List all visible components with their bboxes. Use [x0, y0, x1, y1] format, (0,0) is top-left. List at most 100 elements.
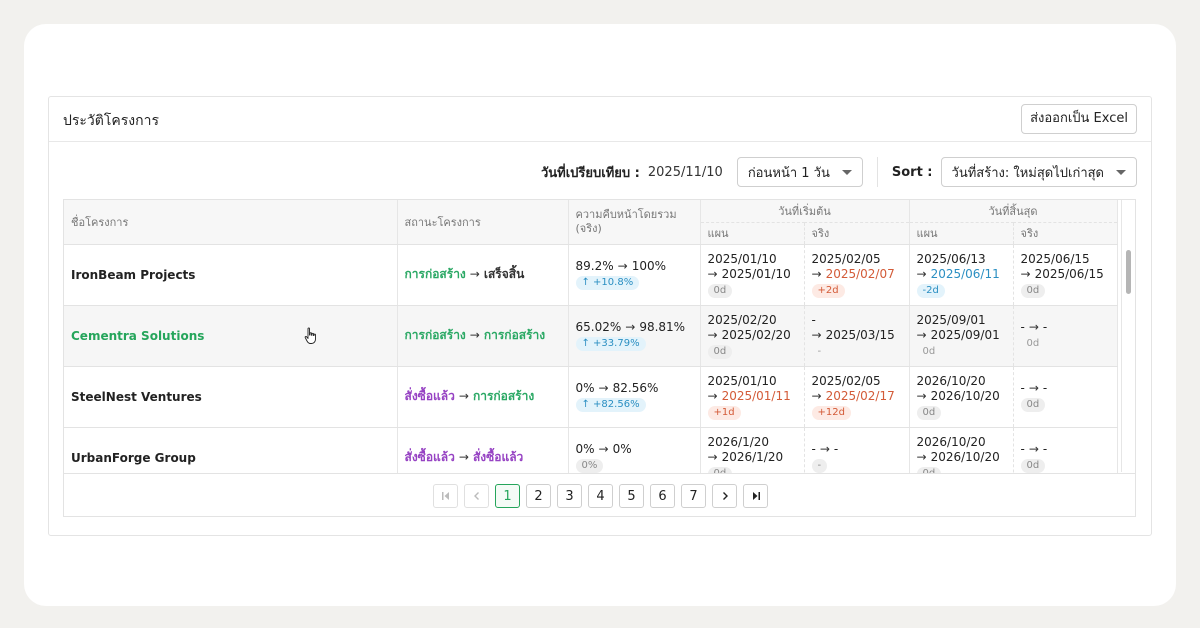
end-actual-to: - [1042, 320, 1048, 334]
col-header-status: สถานะโครงการ [397, 200, 569, 245]
start-actual-from: - [811, 312, 816, 327]
page-button-7[interactable]: 7 [681, 484, 706, 508]
sort-label: Sort : [891, 164, 933, 180]
history-table: ชื่อโครงการ สถานะโครงการ ความคืบหน้าโดยร… [64, 200, 1118, 489]
start-actual-delta-badge: +12d [811, 405, 851, 420]
compare-date-label: วันที่เปรียบเทียบ : [540, 165, 640, 181]
filter-divider [876, 157, 878, 187]
progress-to: 100% [631, 259, 666, 273]
table-row[interactable]: Cementra Solutions การก่อสร้าง → การก่อสร้… [64, 305, 1118, 367]
arrow-right-icon: → [707, 327, 718, 342]
status-from: การก่อสร้าง [404, 328, 466, 342]
chevron-left-icon [473, 492, 479, 500]
arrow-right-icon: → [811, 266, 822, 281]
end-plan-from: 2025/09/01 [916, 312, 986, 327]
start-actual-to: - [833, 442, 839, 456]
end-actual-to: 2025/06/15 [1034, 266, 1104, 281]
start-plan-to: 2025/01/10 [721, 266, 791, 281]
start-actual-delta-badge: - [811, 459, 828, 473]
page-button-6[interactable]: 6 [650, 484, 675, 508]
next-page-button[interactable] [712, 484, 737, 508]
progress-to: 82.56% [612, 381, 659, 395]
page-button-2[interactable]: 2 [526, 484, 551, 508]
hand-cursor-icon [304, 327, 316, 344]
last-page-button[interactable] [743, 484, 768, 508]
col-header-name: ชื่อโครงการ [64, 200, 398, 245]
arrow-right-icon: → [916, 449, 927, 464]
end-plan-to: 2025/09/01 [930, 327, 1000, 342]
project-history-card: ประวัติโครงการ ส่งออกเป็น Excel วันที่เป… [48, 96, 1152, 536]
end-actual-from: - [1020, 442, 1025, 456]
arrow-right-icon: → [811, 388, 822, 403]
start-plan-from: 2025/02/20 [707, 312, 777, 327]
end-plan-from: 2025/06/13 [916, 251, 986, 266]
end-plan-delta-badge: -2d [916, 283, 945, 298]
status-to: การก่อสร้าง [472, 389, 535, 403]
status-from: สั่งซื้อแล้ว [404, 389, 455, 403]
end-actual-from: 2025/06/15 [1020, 251, 1090, 266]
start-plan-delta-badge: 0d [707, 283, 733, 298]
status-to: สั่งซื้อแล้ว [472, 450, 524, 464]
project-name[interactable]: Cementra Solutions [71, 329, 204, 343]
project-name[interactable]: SteelNest Ventures [71, 390, 202, 404]
arrow-right-icon: → [598, 442, 609, 456]
start-plan-to: 2025/02/20 [721, 327, 791, 342]
start-actual-delta: - [817, 345, 822, 357]
project-name[interactable]: IronBeam Projects [71, 268, 195, 282]
arrow-right-icon: → [1028, 320, 1039, 334]
col-header-end-actual: จริง [1013, 222, 1118, 245]
start-actual-from: - [811, 442, 816, 456]
filter-bar: วันที่เปรียบเทียบ : 2025/11/10 ก่อนหน้า … [541, 157, 1137, 187]
table-row[interactable]: IronBeam Projects การก่อสร้าง → เสร็จสิ้น … [64, 244, 1118, 306]
arrow-right-icon: → [617, 259, 628, 273]
arrow-right-icon: → [819, 442, 830, 456]
arrow-right-icon: → [916, 327, 927, 342]
end-plan-from: 2026/10/20 [916, 373, 986, 388]
arrow-right-icon: → [811, 327, 822, 342]
page-button-5[interactable]: 5 [619, 484, 644, 508]
start-plan-delta-badge: 0d [707, 344, 733, 359]
start-actual-to: 2025/02/17 [825, 388, 895, 403]
vertical-scrollbar[interactable] [1121, 200, 1135, 472]
progress-delta-badge: ↑ +82.56% [575, 398, 646, 412]
page-button-3[interactable]: 3 [557, 484, 582, 508]
chevron-down-icon [841, 169, 852, 175]
chevron-right-icon [722, 492, 728, 500]
pagination: 1 2 3 4 5 6 7 [64, 473, 1135, 516]
table-row[interactable]: SteelNest Ventures สั่งซื้อแล้ว → การก่อสร… [64, 366, 1118, 428]
arrow-right-icon: → [1020, 266, 1031, 281]
arrow-right-icon: → [458, 389, 469, 403]
page-button-4[interactable]: 4 [588, 484, 613, 508]
project-name[interactable]: UrbanForge Group [71, 451, 196, 465]
arrow-right-icon: → [458, 450, 469, 464]
start-actual-from: 2025/02/05 [811, 251, 881, 266]
start-plan-delta-badge: +1d [707, 405, 741, 420]
progress-from: 65.02% [575, 320, 622, 334]
compare-period-select[interactable]: ก่อนหน้า 1 วัน [736, 157, 863, 187]
end-actual-delta-badge: 0d [1020, 398, 1046, 412]
last-page-icon [752, 492, 760, 500]
col-header-end-plan: แผน [909, 222, 1014, 245]
end-plan-delta: 0d [922, 345, 936, 357]
arrow-right-icon: → [707, 388, 718, 403]
sort-select[interactable]: วันที่สร้าง: ใหม่สุดไปเก่าสุด [940, 157, 1137, 187]
col-header-progress: ความคืบหน้าโดยรวม (จริง) [568, 200, 701, 245]
end-actual-delta-badge: 0d [1020, 283, 1046, 298]
start-actual-delta-badge: +2d [811, 283, 845, 298]
arrow-right-icon: → [916, 388, 927, 403]
page-button-1[interactable]: 1 [495, 484, 520, 508]
export-excel-button[interactable]: ส่งออกเป็น Excel [1021, 104, 1137, 134]
progress-delta-badge: 0% [575, 459, 604, 473]
first-page-button[interactable] [433, 484, 458, 508]
progress-from: 89.2% [575, 259, 614, 273]
arrow-right-icon: → [598, 381, 609, 395]
end-actual-from: - [1020, 381, 1025, 395]
status-from: การก่อสร้าง [404, 267, 466, 281]
end-actual-from: - [1020, 320, 1025, 334]
progress-delta-badge: ↑ +10.8% [575, 276, 640, 290]
prev-page-button[interactable] [464, 484, 489, 508]
arrow-right-icon: → [469, 267, 480, 281]
progress-to: 98.81% [639, 320, 686, 334]
scrollbar-thumb[interactable] [1126, 250, 1131, 294]
end-actual-to: - [1042, 381, 1048, 395]
